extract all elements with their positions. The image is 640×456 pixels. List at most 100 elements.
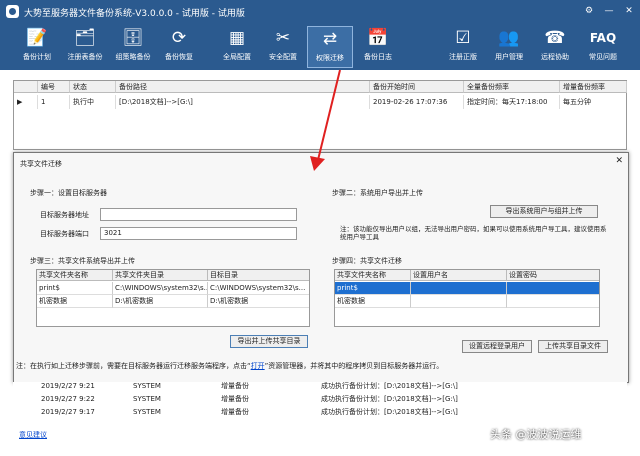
table-row[interactable]: 机密数据 bbox=[37, 295, 113, 308]
grid-header-path[interactable]: 备份路径 bbox=[116, 81, 370, 93]
grid-cell-inc-freq: 每五分钟 bbox=[560, 95, 627, 109]
target-port-label: 目标服务器端口 bbox=[40, 229, 89, 239]
window-title: 大势至服务器文件备份系统-V3.0.0.0 - 试用版 - 试用版 bbox=[24, 6, 245, 19]
export-users-button[interactable]: 导出系统用户与组并上传 bbox=[490, 205, 598, 218]
toolbar-button-security-config[interactable]: ✂安全配置 bbox=[260, 26, 306, 68]
toolbar-button-registry-backup[interactable]: 🗂注册表备份 bbox=[62, 26, 108, 68]
registry-backup-icon: 🗂 bbox=[62, 26, 108, 50]
table-row[interactable]: print$ bbox=[335, 282, 411, 295]
share-migration-dialog: 共享文件迁移 ✕ 步骤一：设置目标服务器 目标服务器地址 目标服务器端口 302… bbox=[13, 152, 629, 383]
share-migrate-table[interactable]: 共享文件夹名称 设置用户名 设置密码 print$ 机密数据 bbox=[334, 269, 600, 327]
set-remote-user-button[interactable]: 设置远程登录用户 bbox=[462, 340, 532, 353]
toolbar-button-permission-migration[interactable]: ⇄权限迁移 bbox=[307, 26, 353, 68]
grid-header-id[interactable]: 编号 bbox=[38, 81, 70, 93]
log-user: SYSTEM bbox=[133, 406, 161, 419]
grid-header-spacer bbox=[14, 81, 38, 93]
app-logo-icon bbox=[6, 5, 19, 18]
export-col-name[interactable]: 共享文件夹名称 bbox=[37, 270, 113, 281]
table-cell[interactable] bbox=[507, 295, 600, 308]
title-bar: 大势至服务器文件备份系统-V3.0.0.0 - 试用版 - 试用版 ⚙ — ✕ bbox=[0, 0, 640, 24]
open-explorer-link[interactable]: 打开 bbox=[251, 362, 265, 370]
step3-panel: 步骤三：共享文件系统导出并上传 共享文件夹名称 共享文件夹目录 目标目录 pri… bbox=[30, 256, 320, 350]
grid-cell-start-time: 2019-02-26 17:07:36 bbox=[370, 95, 464, 109]
step4-title: 步骤四：共享文件迁移 bbox=[332, 256, 402, 266]
log-user: SYSTEM bbox=[133, 380, 161, 393]
toolbar-button-faq[interactable]: FAQ常见问题 bbox=[580, 26, 626, 68]
target-address-label: 目标服务器地址 bbox=[40, 210, 89, 220]
global-config-icon: ▦ bbox=[214, 26, 260, 50]
grid-header-start-time[interactable]: 备份开始时间 bbox=[370, 81, 464, 93]
log-message: 成功执行备份计划：[D:\2018文档]-->[G:\] bbox=[321, 393, 458, 406]
log-time: 2019/2/27 9:22 bbox=[41, 393, 95, 406]
security-config-icon: ✂ bbox=[260, 26, 306, 50]
upload-share-files-button[interactable]: 上传共享目录文件 bbox=[538, 340, 608, 353]
grid-cell-path: [D:\2018文档]-->[G:\] bbox=[116, 95, 370, 109]
watermark: 头条 @波波说运维 bbox=[490, 426, 582, 442]
log-time: 2019/2/27 9:21 bbox=[41, 380, 95, 393]
migrate-col-user[interactable]: 设置用户名 bbox=[411, 270, 507, 281]
step1-panel: 步骤一：设置目标服务器 目标服务器地址 目标服务器端口 3021 bbox=[30, 188, 302, 248]
user-management-icon: 👥 bbox=[486, 26, 532, 50]
toolbar-button-backup-log[interactable]: 📅备份日志 bbox=[355, 26, 401, 68]
log-user: SYSTEM bbox=[133, 393, 161, 406]
toolbar-button-register[interactable]: ☑注册正版 bbox=[440, 26, 486, 68]
log-time: 2019/2/27 9:17 bbox=[41, 406, 95, 419]
toolbar-button-remote-assist[interactable]: ☎远程协助 bbox=[532, 26, 578, 68]
log-type: 增量备份 bbox=[221, 380, 249, 393]
table-cell[interactable] bbox=[411, 295, 507, 308]
table-row[interactable]: print$ bbox=[37, 282, 113, 295]
grid-header-full-freq[interactable]: 全量备份频率 bbox=[464, 81, 560, 93]
settings-icon[interactable]: ⚙ bbox=[582, 4, 596, 18]
window-controls: ⚙ — ✕ bbox=[582, 4, 636, 18]
log-type: 增量备份 bbox=[221, 393, 249, 406]
row-pointer-icon: ▶ bbox=[14, 95, 38, 109]
target-address-input[interactable] bbox=[100, 208, 297, 221]
step3-title: 步骤三：共享文件系统导出并上传 bbox=[30, 256, 135, 266]
toolbar-button-global-config[interactable]: ▦全局配置 bbox=[214, 26, 260, 68]
migrate-col-name[interactable]: 共享文件夹名称 bbox=[335, 270, 411, 281]
migration-note: 注：在执行如上迁移步骤前，需要在目标服务器运行迁移服务端程序，点击“打开”资源管… bbox=[16, 361, 443, 371]
step2-panel: 步骤二：系统用户导出并上传 导出系统用户与组并上传 注：该功能仅导出用户以组，无… bbox=[332, 188, 612, 248]
permission-migration-icon: ⇄ bbox=[308, 27, 352, 51]
dialog-close-icon[interactable]: ✕ bbox=[615, 156, 623, 166]
main-toolbar: 📝备份计划 🗂注册表备份 🗄组策略备份 ⟳备份恢复 ▦全局配置 ✂安全配置 ⇄权… bbox=[0, 24, 640, 70]
register-icon: ☑ bbox=[440, 26, 486, 50]
dialog-title: 共享文件迁移 bbox=[20, 159, 62, 169]
log-message: 成功执行备份计划：[D:\2018文档]-->[G:\] bbox=[321, 380, 458, 393]
step2-note: 注：该功能仅导出用户以组，无法导出用户密码，如果可以使用系统用户导工具，建议使用… bbox=[340, 225, 612, 241]
table-cell: C:\WINDOWS\system32\s... bbox=[113, 282, 208, 295]
migrate-col-password[interactable]: 设置密码 bbox=[507, 270, 600, 281]
table-cell: D:\机密数据 bbox=[113, 295, 208, 308]
share-export-table[interactable]: 共享文件夹名称 共享文件夹目录 目标目录 print$ C:\WINDOWS\s… bbox=[36, 269, 310, 327]
close-icon[interactable]: ✕ bbox=[622, 4, 636, 18]
faq-icon: FAQ bbox=[580, 26, 626, 50]
grid-header-status[interactable]: 状态 bbox=[70, 81, 116, 93]
remote-assist-icon: ☎ bbox=[532, 26, 578, 50]
grid-cell-id: 1 bbox=[38, 95, 70, 109]
group-policy-backup-icon: 🗄 bbox=[110, 26, 156, 50]
grid-header-inc-freq[interactable]: 增量备份频率 bbox=[560, 81, 627, 93]
table-cell: C:\WINDOWS\system32\s... bbox=[208, 282, 310, 295]
table-cell[interactable] bbox=[411, 282, 507, 295]
export-col-target[interactable]: 目标目录 bbox=[208, 270, 310, 281]
grid-cell-full-freq: 指定时间：每天17:18:00 bbox=[464, 95, 560, 109]
backup-log-icon: 📅 bbox=[355, 26, 401, 50]
export-upload-share-button[interactable]: 导出并上传共享目录 bbox=[230, 335, 308, 348]
feedback-link[interactable]: 意见建议 bbox=[19, 430, 47, 440]
toolbar-button-backup-restore[interactable]: ⟳备份恢复 bbox=[156, 26, 202, 68]
table-cell: D:\机密数据 bbox=[208, 295, 310, 308]
minimize-icon[interactable]: — bbox=[602, 4, 616, 18]
backup-task-grid[interactable]: 编号 状态 备份路径 备份开始时间 全量备份频率 增量备份频率 ▶ 1 执行中 … bbox=[13, 80, 627, 150]
backup-restore-icon: ⟳ bbox=[156, 26, 202, 50]
grid-cell-status: 执行中 bbox=[70, 95, 116, 109]
target-port-input[interactable]: 3021 bbox=[100, 227, 297, 240]
toolbar-button-user-management[interactable]: 👥用户管理 bbox=[486, 26, 532, 68]
backup-log-list[interactable]: 2019/2/27 9:21 SYSTEM 增量备份 成功执行备份计划：[D:\… bbox=[13, 382, 627, 422]
toolbar-button-backup-plan[interactable]: 📝备份计划 bbox=[14, 26, 60, 68]
export-col-dir[interactable]: 共享文件夹目录 bbox=[113, 270, 208, 281]
step4-panel: 步骤四：共享文件迁移 共享文件夹名称 设置用户名 设置密码 print$ 机密数… bbox=[332, 256, 616, 350]
step1-title: 步骤一：设置目标服务器 bbox=[30, 188, 107, 198]
table-row[interactable]: 机密数据 bbox=[335, 295, 411, 308]
toolbar-button-group-policy-backup[interactable]: 🗄组策略备份 bbox=[110, 26, 156, 68]
table-cell[interactable] bbox=[507, 282, 600, 295]
